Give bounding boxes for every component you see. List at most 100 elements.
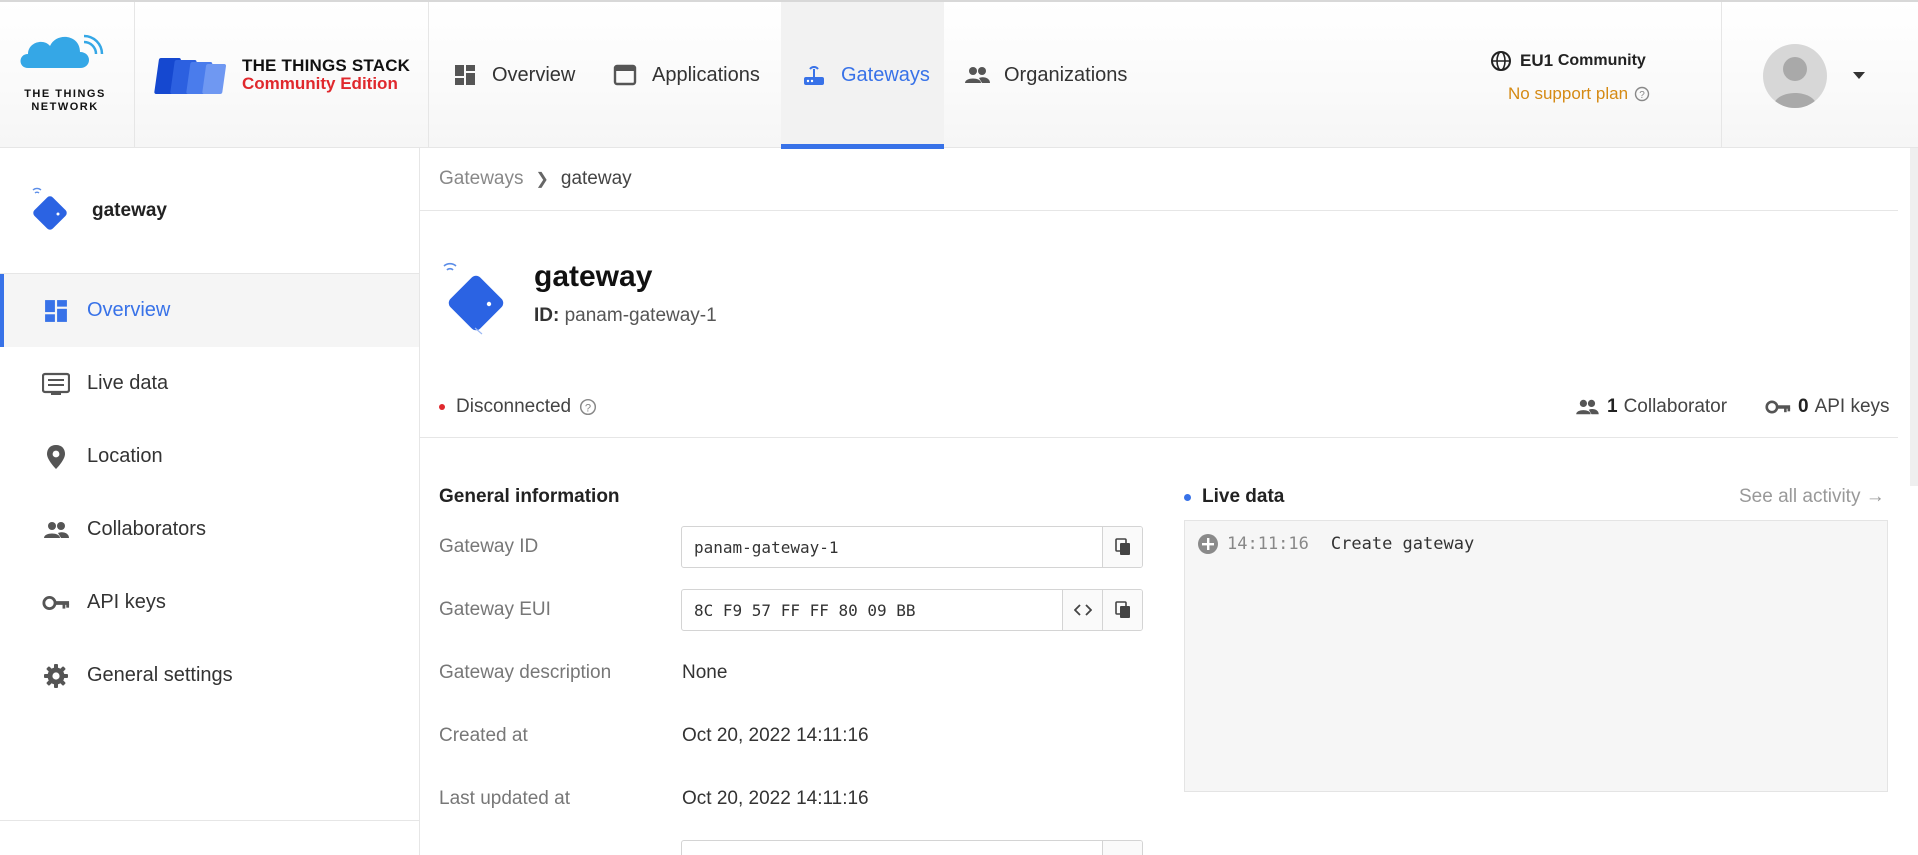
event-row[interactable]: 14:11:16 Create gateway: [1197, 533, 1474, 555]
live-data-title: Live data: [1202, 486, 1285, 507]
organizations-icon: [964, 62, 990, 88]
sidebar: gateway Overview Live data Location Coll…: [0, 148, 420, 855]
svg-text:?: ?: [1639, 90, 1645, 101]
region-label: EU1 Community: [1490, 50, 1720, 72]
gateway-id-field-value[interactable]: panam-gateway-1: [682, 527, 1102, 567]
key-icon: [42, 589, 70, 617]
top-header: THE THINGS NETWORK THE THINGS STACK Comm…: [0, 2, 1918, 149]
plus-circle-icon: [1198, 534, 1218, 554]
tts-stack-icon: [154, 58, 227, 94]
nav-applications-label: Applications: [652, 63, 760, 86]
nav-overview[interactable]: Overview: [430, 2, 606, 148]
sidebar-item-label: API keys: [87, 591, 166, 613]
live-data-panel[interactable]: 14:11:16 Create gateway: [1184, 520, 1888, 792]
chevron-down-icon[interactable]: [1853, 72, 1865, 79]
live-data-icon: [42, 370, 70, 398]
created-at-label: Created at: [439, 725, 528, 746]
collaborators-label: Collaborator: [1623, 396, 1728, 417]
gateway-id-line: ID: panam-gateway-1: [534, 305, 717, 327]
gateway-eui-field: 8C F9 57 FF FF 80 09 BB: [681, 589, 1143, 631]
collaborators-link[interactable]: 1 Collaborator: [1575, 396, 1727, 418]
gateway-entity-icon: [32, 187, 67, 230]
sidebar-item-overview[interactable]: Overview: [0, 274, 419, 347]
copy-icon: [1114, 538, 1130, 555]
header-divider: [1721, 2, 1722, 148]
location-pin-icon: [42, 443, 70, 471]
breadcrumb-current: gateway: [560, 168, 632, 189]
sidebar-item-label: General settings: [87, 664, 233, 686]
nav-gateways[interactable]: Gateways: [781, 2, 944, 149]
help-icon[interactable]: ?: [579, 398, 597, 416]
sidebar-item-live-data[interactable]: Live data: [0, 347, 419, 420]
key-icon: [1765, 400, 1791, 414]
toggle-format-button[interactable]: [1062, 590, 1102, 630]
status-row: Disconnected ? 1 Collaborator 0 API keys: [420, 380, 1898, 438]
gateway-id-label: ID:: [534, 305, 560, 326]
sidebar-item-label: Collaborators: [87, 518, 206, 540]
region-code: EU1: [1520, 51, 1554, 70]
nav-overview-label: Overview: [492, 63, 576, 86]
updated-at-value: Oct 20, 2022 14:11:16: [682, 788, 869, 809]
scrollbar[interactable]: [1910, 148, 1918, 486]
created-at-value: Oct 20, 2022 14:11:16: [682, 725, 869, 746]
breadcrumb-gateways[interactable]: Gateways: [439, 168, 523, 190]
chevron-right-icon: ❯: [535, 171, 549, 188]
globe-icon: [1491, 51, 1511, 71]
sidebar-item-label: Overview: [87, 299, 171, 321]
gateway-eui-field-value[interactable]: 8C F9 57 FF FF 80 09 BB: [682, 590, 1062, 630]
stack-subtitle: Community Edition: [242, 74, 398, 93]
sidebar-entity-title: gateway: [92, 200, 167, 221]
nav-applications[interactable]: Applications: [606, 2, 781, 148]
nav-gateways-label: Gateways: [841, 63, 930, 86]
region-selector[interactable]: EU1 Community No support plan ?: [1490, 50, 1720, 104]
main-content: Gateways ❯ gateway gateway ID: panam-gat…: [420, 148, 1918, 855]
region-tier: Community: [1557, 52, 1646, 69]
updated-at-label: Last updated at: [439, 788, 570, 809]
copy-icon: [1114, 601, 1130, 618]
sidebar-divider: [0, 820, 419, 821]
status-text: Disconnected: [456, 396, 572, 417]
copy-gateway-eui-button[interactable]: [1102, 590, 1142, 630]
page-title: gateway: [534, 260, 653, 293]
collaborators-icon: [42, 516, 70, 544]
collaborators-icon: [1576, 399, 1599, 415]
avatar[interactable]: [1763, 44, 1827, 108]
svg-text:?: ?: [585, 403, 591, 415]
user-silhouette-icon: [1773, 57, 1817, 108]
sidebar-item-collaborators[interactable]: Collaborators: [0, 493, 419, 566]
event-text: Create gateway: [1330, 534, 1475, 554]
collaborators-count: 1: [1607, 396, 1618, 417]
gateway-entity-icon: [443, 262, 504, 335]
copy-button[interactable]: [1102, 841, 1142, 855]
help-icon: ?: [1634, 86, 1650, 102]
gateway-id-value: panam-gateway-1: [564, 305, 717, 326]
status-badge: Disconnected ?: [439, 396, 597, 418]
ttn-logo[interactable]: THE THINGS NETWORK: [0, 2, 135, 148]
code-icon: [1073, 604, 1092, 616]
ttn-cloud-icon: [20, 34, 104, 68]
see-all-activity-link[interactable]: See all activity →: [1739, 486, 1885, 508]
sidebar-item-location[interactable]: Location: [0, 420, 419, 493]
sidebar-header: gateway: [0, 148, 420, 274]
copy-gateway-id-button[interactable]: [1102, 527, 1142, 567]
status-dot: [439, 404, 445, 410]
partial-field-value: [682, 841, 1102, 855]
overview-icon: [452, 62, 478, 88]
event-time: 14:11:16: [1227, 534, 1309, 554]
api-keys-count: 0: [1798, 396, 1809, 417]
support-plan-label: No support plan: [1508, 84, 1629, 103]
sidebar-item-api-keys[interactable]: API keys: [0, 566, 419, 639]
description-label: Gateway description: [439, 662, 612, 683]
tts-logo[interactable]: THE THINGS STACK Community Edition: [135, 2, 429, 148]
support-plan[interactable]: No support plan ?: [1508, 84, 1720, 104]
api-keys-label: API keys: [1814, 396, 1890, 417]
gear-icon: [42, 662, 70, 690]
gateway-id-field-label: Gateway ID: [439, 536, 539, 557]
partial-field: [681, 840, 1143, 855]
api-keys-link[interactable]: 0 API keys: [1765, 396, 1890, 418]
nav-organizations[interactable]: Organizations: [944, 2, 1144, 148]
description-value: None: [682, 662, 728, 683]
sidebar-item-general-settings[interactable]: General settings: [0, 639, 419, 712]
live-dot: [1184, 493, 1191, 501]
overview-icon: [42, 297, 70, 325]
